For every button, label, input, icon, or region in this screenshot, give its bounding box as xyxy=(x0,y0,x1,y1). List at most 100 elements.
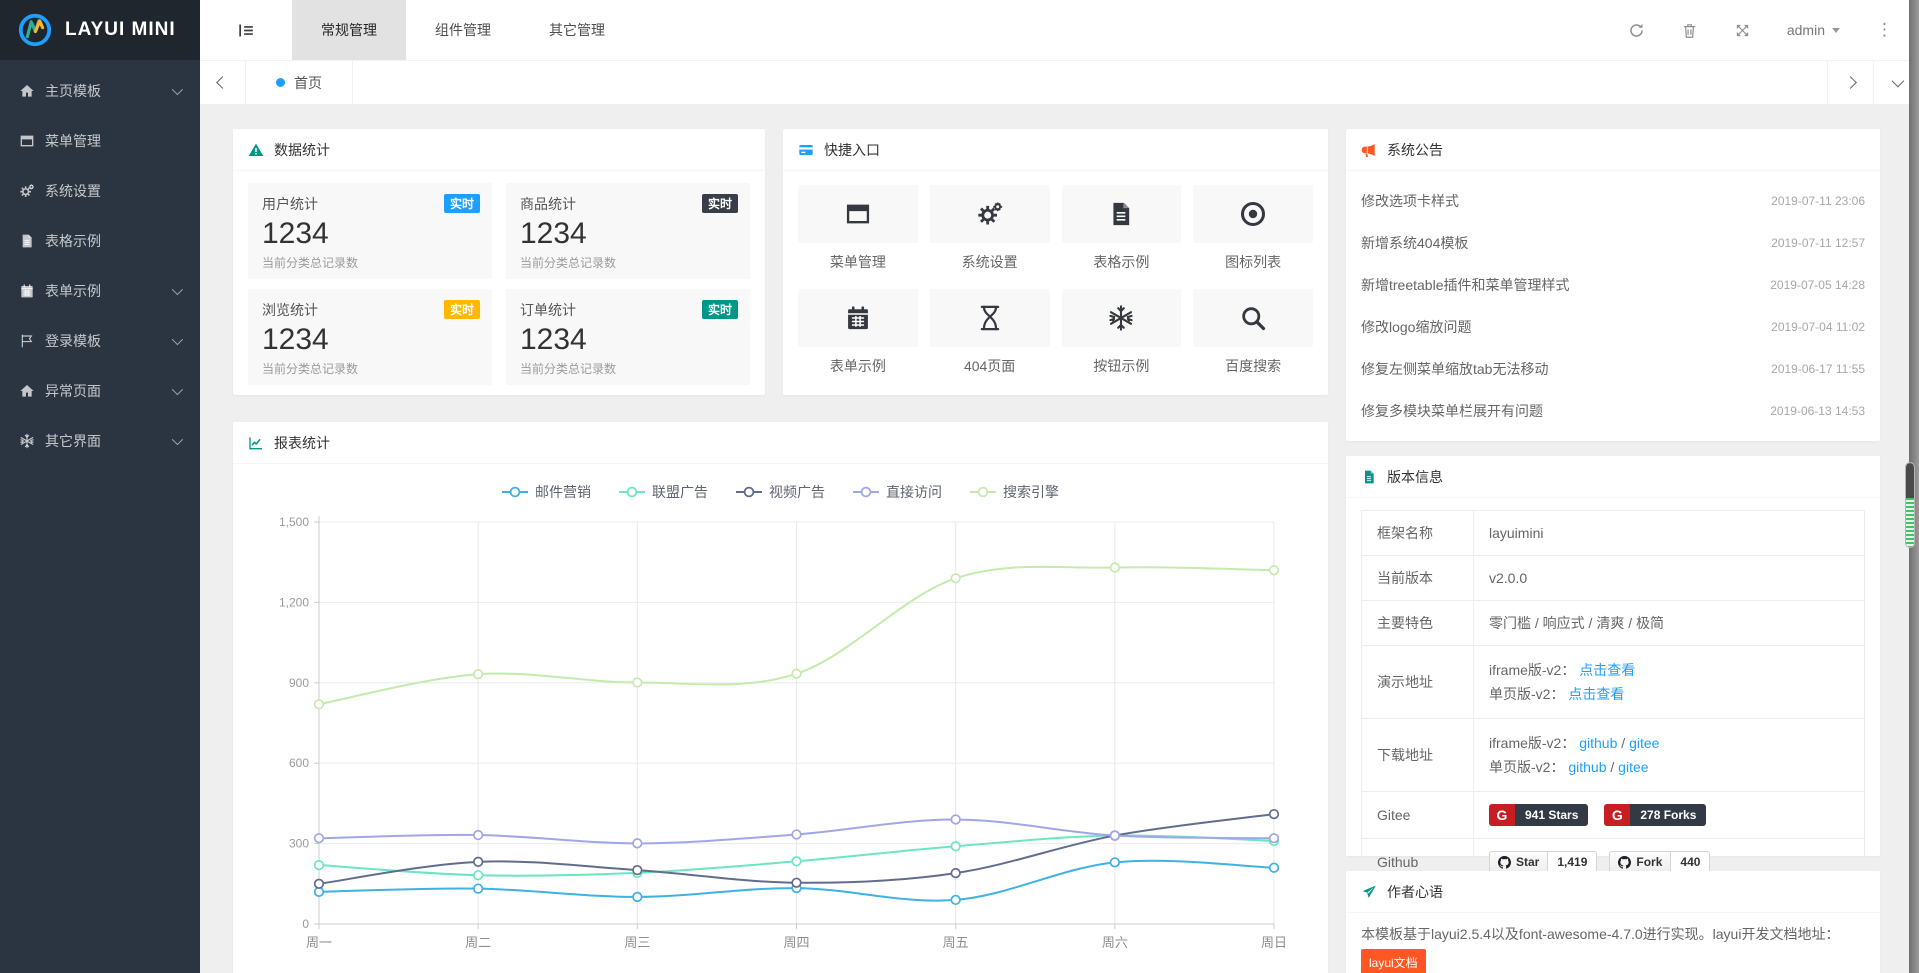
stat-desc: 当前分类总记录数 xyxy=(262,254,478,271)
notice-text: 新增treetable插件和菜单管理样式 xyxy=(1361,275,1569,295)
sidebar-toggle-icon[interactable] xyxy=(200,0,292,60)
quick-entry-表单示例[interactable]: 表单示例 xyxy=(798,289,918,376)
scrollbar-thumb-top xyxy=(1906,463,1914,498)
notice-row: 修改选项卡样式2019-07-11 23:06 xyxy=(1361,180,1865,222)
notice-row: 修复左侧菜单缩放tab无法移动 2019-06-17 11:55 xyxy=(1361,348,1865,390)
legend-label: 联盟广告 xyxy=(652,482,708,502)
card-quick-entry: 快捷入口 菜单管理系统设置表格示例图标列表表单示例404页面按钮示例百度搜索 xyxy=(783,129,1328,395)
sidebar-item[interactable]: 表格示例 xyxy=(0,216,200,266)
quick-entry-label: 百度搜索 xyxy=(1193,356,1313,376)
sidebar-item-label: 主页模板 xyxy=(45,81,101,101)
stat-value: 1234 xyxy=(262,322,478,358)
link-github[interactable]: github xyxy=(1579,735,1617,751)
card-title: 作者心语 xyxy=(1387,882,1443,902)
notice-date: 2019-07-11 23:06 xyxy=(1771,194,1865,208)
version-key: 下载地址 xyxy=(1362,719,1474,792)
svg-text:周六: 周六 xyxy=(1102,935,1128,950)
sidebar-item[interactable]: 主页模板 xyxy=(0,66,200,116)
link-点击查看[interactable]: 点击查看 xyxy=(1568,686,1624,702)
sidebar-item[interactable]: 异常页面 xyxy=(0,366,200,416)
clear-cache-trash-icon[interactable] xyxy=(1681,22,1698,39)
file-text-icon xyxy=(1107,200,1135,228)
notice-date: 2019-06-17 11:55 xyxy=(1771,362,1865,376)
tab-home[interactable]: 首页 xyxy=(246,61,353,104)
window-icon xyxy=(844,200,872,228)
link-gitee[interactable]: gitee xyxy=(1629,735,1659,751)
card-title: 数据统计 xyxy=(274,140,330,160)
legend-item[interactable]: 直接访问 xyxy=(853,480,942,504)
link-gitee[interactable]: gitee xyxy=(1618,759,1648,775)
file-text-icon xyxy=(19,233,45,249)
quick-entry-按钮示例[interactable]: 按钮示例 xyxy=(1062,289,1182,376)
dot-circle-icon xyxy=(1239,200,1267,228)
legend-item[interactable]: 视频广告 xyxy=(736,480,825,504)
tab-home-label: 首页 xyxy=(294,73,322,93)
gitee-badge[interactable]: G278 Forks xyxy=(1604,804,1706,826)
github-count: 1,419 xyxy=(1548,851,1597,873)
gitee-badge[interactable]: G941 Stars xyxy=(1489,804,1588,826)
stat-desc: 当前分类总记录数 xyxy=(520,360,736,377)
quick-entry-404页面[interactable]: 404页面 xyxy=(930,289,1050,376)
sidebar-item-label: 表格示例 xyxy=(45,231,101,251)
tab-scroll-left-button[interactable] xyxy=(200,61,246,104)
link-点击查看[interactable]: 点击查看 xyxy=(1579,662,1635,678)
notice-text: 修复左侧菜单缩放tab无法移动 xyxy=(1361,359,1548,379)
quick-entry-系统设置[interactable]: 系统设置 xyxy=(930,185,1050,272)
legend-item[interactable]: 邮件营销 xyxy=(502,480,591,504)
chevron-down-icon xyxy=(172,434,183,445)
stat-desc: 当前分类总记录数 xyxy=(262,360,478,377)
quick-entry-表格示例[interactable]: 表格示例 xyxy=(1062,185,1182,272)
gears-icon xyxy=(19,183,45,199)
sidebar-item[interactable]: 登录模板 xyxy=(0,316,200,366)
report-chart: 03006009001,2001,500周一周二周三周四周五周六周日 xyxy=(233,504,1328,973)
window-icon xyxy=(19,133,45,149)
sidebar-item-label: 表单示例 xyxy=(45,281,101,301)
version-value: 零门槛 / 响应式 / 清爽 / 极简 xyxy=(1489,615,1664,631)
quick-entry-菜单管理[interactable]: 菜单管理 xyxy=(798,185,918,272)
scrollbar-thumb-green-stripes xyxy=(1906,498,1914,547)
caret-down-icon xyxy=(1832,28,1840,33)
legend-item[interactable]: 搜索引擎 xyxy=(970,480,1059,504)
legend-item[interactable]: 联盟广告 xyxy=(619,480,708,504)
snowflake-icon xyxy=(19,433,45,449)
header-tab[interactable]: 常规管理 xyxy=(292,0,406,60)
header-tab[interactable]: 其它管理 xyxy=(520,0,634,60)
refresh-icon[interactable] xyxy=(1628,22,1645,39)
github-badge[interactable]: Fork440 xyxy=(1609,851,1710,873)
sidebar-item[interactable]: 表单示例 xyxy=(0,266,200,316)
header-tabs: 常规管理组件管理其它管理 xyxy=(292,0,634,60)
svg-text:周日: 周日 xyxy=(1261,935,1287,950)
tab-scroll-right-button[interactable] xyxy=(1827,61,1873,104)
quick-tiles: 菜单管理系统设置表格示例图标列表表单示例 404页面按钮示例百度搜索 xyxy=(783,171,1328,390)
sidebar-item-label: 登录模板 xyxy=(45,331,101,351)
stats-grid: 用户统计实时1234当前分类总记录数商品统计实时1234当前分类总记录数浏览统计… xyxy=(233,171,765,397)
sidebar-item[interactable]: 其它界面 xyxy=(0,416,200,466)
notice-row: 修改logo缩放问题2019-07-04 11:02 xyxy=(1361,306,1865,348)
app-logo[interactable]: LAYUI MINI xyxy=(0,0,200,60)
quick-entry-图标列表[interactable]: 图标列表 xyxy=(1193,185,1313,272)
username: admin xyxy=(1787,22,1825,38)
user-menu[interactable]: admin xyxy=(1787,22,1840,38)
quick-entry-label: 404页面 xyxy=(930,356,1050,376)
svg-text:1,500: 1,500 xyxy=(279,515,309,529)
stat-box: 浏览统计实时1234当前分类总记录数 xyxy=(248,289,492,385)
sidebar-item[interactable]: 系统设置 xyxy=(0,166,200,216)
notice-list: 修改选项卡样式2019-07-11 23:06新增系统404模板2019-07-… xyxy=(1346,171,1880,441)
legend-label: 直接访问 xyxy=(886,482,942,502)
page-scrollbar-thumb[interactable] xyxy=(1905,462,1915,548)
header-tab[interactable]: 组件管理 xyxy=(406,0,520,60)
right-column: 系统公告 修改选项卡样式2019-07-11 23:06新增系统404模板201… xyxy=(1346,129,1880,973)
more-options-icon[interactable]: ⋮ xyxy=(1876,20,1893,40)
quick-entry-百度搜索[interactable]: 百度搜索 xyxy=(1193,289,1313,376)
main-area: 常规管理组件管理其它管理 admin ⋮ 首页 xyxy=(200,0,1919,973)
layui-doc-badge[interactable]: layui文档 xyxy=(1361,949,1426,973)
realtime-badge: 实时 xyxy=(444,194,480,213)
sidebar-item[interactable]: 菜单管理 xyxy=(0,116,200,166)
github-badge[interactable]: Star1,419 xyxy=(1489,851,1597,873)
chevron-right-icon xyxy=(1844,76,1857,89)
tabbar-spacer xyxy=(353,61,1827,104)
fullscreen-icon[interactable] xyxy=(1734,22,1751,39)
version-file-icon xyxy=(1361,469,1377,485)
link-github[interactable]: github xyxy=(1568,759,1606,775)
stat-box: 商品统计实时1234当前分类总记录数 xyxy=(506,183,750,279)
